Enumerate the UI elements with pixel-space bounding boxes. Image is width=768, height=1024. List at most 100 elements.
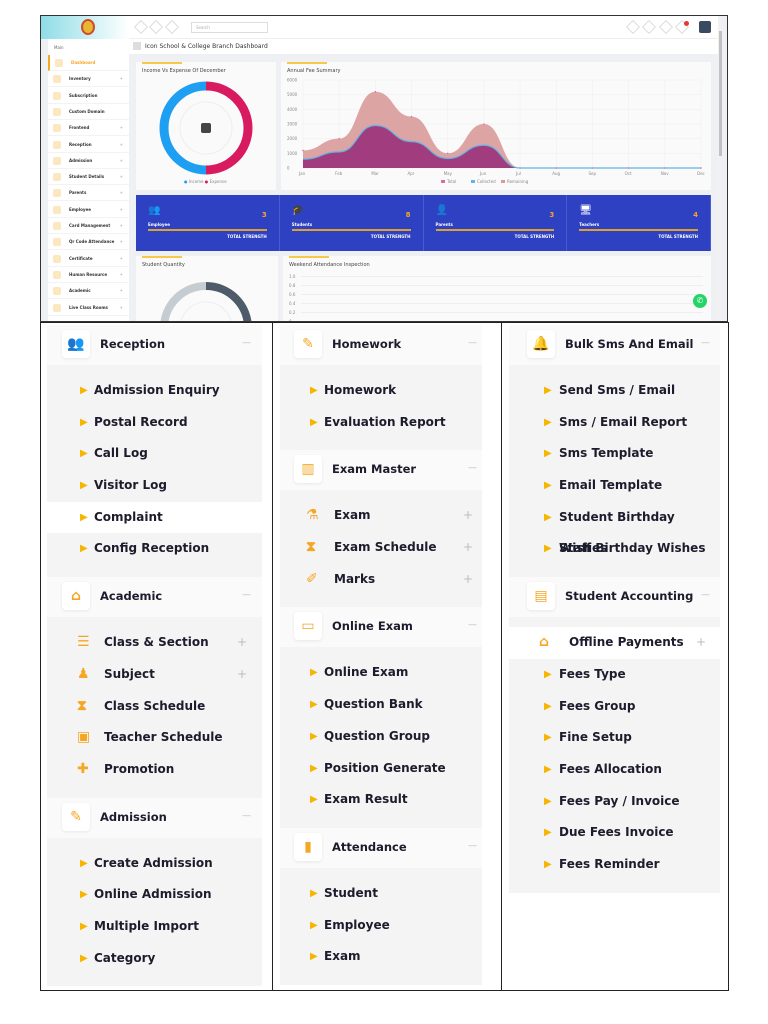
menu-item-question-group[interactable]: ▶ Question Group <box>280 721 482 753</box>
stat-card-students[interactable]: 🎓 Students 8 TOTAL STRENGTH <box>280 195 424 251</box>
expand-icon[interactable]: + <box>463 500 473 532</box>
calendar-icon[interactable] <box>641 19 657 35</box>
gridline <box>301 294 703 295</box>
sidebar-item-card-management[interactable]: Card Management + <box>48 218 129 234</box>
menu-item-homework[interactable]: ▶ Homework <box>280 375 482 407</box>
menu-section-reception[interactable]: 👥 Reception — <box>47 325 262 365</box>
menu-item-student[interactable]: ▶ Student <box>280 878 482 910</box>
stat-card-employee[interactable]: 👥 Employee 3 TOTAL STRENGTH <box>136 195 280 251</box>
menu-section-admission[interactable]: ✎ Admission — <box>47 797 262 838</box>
sidebar-item-frontend[interactable]: Frontend + <box>48 120 129 137</box>
expand-icon[interactable]: + <box>463 564 473 596</box>
stat-card-parents[interactable]: 👤 Parents 3 TOTAL STRENGTH <box>424 195 568 251</box>
scrollbar[interactable] <box>718 16 723 321</box>
menu-item-postal-record[interactable]: ▶ Postal Record <box>47 407 262 439</box>
menu-item-complaint[interactable]: ▶ Complaint <box>47 501 262 534</box>
sidebar-item-qr-code-attendance[interactable]: Qr Code Attendance + <box>48 234 129 251</box>
menu-item-multiple-import[interactable]: ▶ Multiple Import <box>47 911 262 943</box>
menu-section-online-exam[interactable]: ▭ Online Exam — <box>280 607 482 648</box>
menu-toggle-icon[interactable] <box>133 19 149 35</box>
sidebar-item-human-resource[interactable]: Human Resource + <box>48 267 129 283</box>
menu-section-attendance[interactable]: ▮ Attendance — <box>280 827 482 868</box>
sidebar-item-dashboard[interactable]: Dashboard <box>48 55 129 71</box>
menu-item-admission-enquiry[interactable]: ▶ Admission Enquiry <box>47 375 262 407</box>
menu-section-exam-master[interactable]: ▥ Exam Master — <box>280 450 482 491</box>
menu-item-create-admission[interactable]: ▶ Create Admission <box>47 848 262 880</box>
menu-item-exam[interactable]: ▶ Exam <box>280 941 482 973</box>
menu-item-promotion[interactable]: ✚ Promotion <box>47 754 262 786</box>
collapse-icon[interactable]: — <box>242 338 251 348</box>
collapse-icon[interactable]: — <box>242 590 251 600</box>
home-icon[interactable] <box>133 42 141 50</box>
menu-item-question-bank[interactable]: ▶ Question Bank <box>280 689 482 721</box>
menu-item-fees-group[interactable]: ▶ Fees Group <box>509 691 720 723</box>
sidebar-item-inventory[interactable]: Inventory + <box>48 71 129 88</box>
menu-section-homework[interactable]: ✎ Homework — <box>280 325 482 365</box>
menu-item-visitor-log[interactable]: ▶ Visitor Log <box>47 470 262 502</box>
expand-icon[interactable]: + <box>696 627 706 659</box>
menu-item-due-fees-invoice[interactable]: ▶ Due Fees Invoice <box>509 817 720 849</box>
message-icon[interactable] <box>164 19 180 35</box>
sidebar-item-certificate[interactable]: Certificate + <box>48 251 129 267</box>
menu-item-exam-result[interactable]: ▶ Exam Result <box>280 784 482 816</box>
sidebar-item-parents[interactable]: Parents + <box>48 185 129 202</box>
sidebar-item-custom-domain[interactable]: Custom Domain <box>48 104 129 120</box>
menu-item-class-schedule[interactable]: ⧗ Class Schedule <box>47 691 262 723</box>
expand-icon[interactable]: + <box>237 659 247 691</box>
menu-item-category[interactable]: ▶ Category <box>47 943 262 975</box>
expand-icon[interactable]: + <box>237 627 247 659</box>
menu-item-subject[interactable]: ♟ Subject + <box>47 659 262 691</box>
globe-icon[interactable] <box>625 19 641 35</box>
sidebar-item-admission[interactable]: Admission + <box>48 153 129 169</box>
collapse-icon[interactable]: — <box>701 590 710 600</box>
menu-section-academic[interactable]: ⌂ Academic — <box>47 577 262 618</box>
whatsapp-icon[interactable]: ✆ <box>693 294 707 308</box>
menu-item-offline-payments[interactable]: ⌂ Offline Payments + <box>509 627 720 659</box>
menu-item-online-admission[interactable]: ▶ Online Admission <box>47 879 262 911</box>
menu-item-exam-schedule[interactable]: ⧗ Exam Schedule + <box>280 532 482 564</box>
menu-item-class-section[interactable]: ☰ Class & Section + <box>47 627 262 659</box>
menu-item-exam[interactable]: ⚗ Exam + <box>280 500 482 532</box>
menu-item-online-exam[interactable]: ▶ Online Exam <box>280 657 482 689</box>
menu-item-config-reception[interactable]: ▶ Config Reception <box>47 533 262 565</box>
search-input[interactable]: Search <box>191 22 268 33</box>
menu-section-student-accounting[interactable]: ▤ Student Accounting — <box>509 577 720 618</box>
menu-item-staff-birthday-wishes[interactable]: ▶ Staff Birthday Wishes <box>509 533 720 565</box>
menu-item-marks[interactable]: ✐ Marks + <box>280 564 482 596</box>
stat-card-teachers[interactable]: 🖥 Teachers 4 TOTAL STRENGTH <box>567 195 711 251</box>
menu-item-sms-email-report[interactable]: ▶ Sms / Email Report <box>509 407 720 439</box>
menu-item-position-generate[interactable]: ▶ Position Generate <box>280 753 482 785</box>
expand-icon: + <box>119 125 123 131</box>
collapse-icon[interactable]: — <box>468 338 477 348</box>
sidebar-item-academic[interactable]: Academic + <box>48 283 129 300</box>
menu-item-fees-allocation[interactable]: ▶ Fees Allocation <box>509 754 720 786</box>
sidebar-item-reception[interactable]: Reception + <box>48 137 129 153</box>
fullscreen-icon[interactable] <box>148 19 164 35</box>
menu-item-teacher-schedule[interactable]: ▣ Teacher Schedule <box>47 722 262 754</box>
sidebar-item-student-details[interactable]: Student Details + <box>48 169 129 186</box>
sidebar-item-subscription[interactable]: Subscription <box>48 88 129 104</box>
menu-item-send-sms-email[interactable]: ▶ Send Sms / Email <box>509 375 720 407</box>
menu-item-fees-pay-invoice[interactable]: ▶ Fees Pay / Invoice <box>509 786 720 818</box>
collapse-icon[interactable]: — <box>468 463 477 473</box>
menu-item-call-log[interactable]: ▶ Call Log <box>47 438 262 470</box>
flag-icon[interactable] <box>658 19 674 35</box>
menu-item-email-template[interactable]: ▶ Email Template <box>509 470 720 502</box>
collapse-icon[interactable]: — <box>701 338 710 348</box>
sidebar-item-live-class-rooms[interactable]: Live Class Rooms + <box>48 300 129 316</box>
menu-section-bulk-sms-and-email[interactable]: 🔔 Bulk Sms And Email — <box>509 325 720 365</box>
menu-item-fees-type[interactable]: ▶ Fees Type <box>509 659 720 691</box>
menu-item-evaluation-report[interactable]: ▶ Evaluation Report <box>280 407 482 439</box>
sidebar-item-employee[interactable]: Employee + <box>48 202 129 218</box>
sidebar-item-label: Card Management <box>69 223 111 228</box>
collapse-icon[interactable]: — <box>468 620 477 630</box>
menu-item-student-birthday-wishes[interactable]: ▶ Student Birthday Wishes <box>509 502 720 556</box>
collapse-icon[interactable]: — <box>468 841 477 851</box>
menu-item-fees-reminder[interactable]: ▶ Fees Reminder <box>509 849 720 881</box>
menu-item-sms-template[interactable]: ▶ Sms Template <box>509 438 720 470</box>
collapse-icon[interactable]: — <box>242 811 251 821</box>
expand-icon[interactable]: + <box>463 532 473 564</box>
menu-item-employee[interactable]: ▶ Employee <box>280 910 482 942</box>
avatar[interactable] <box>699 21 711 33</box>
menu-item-fine-setup[interactable]: ▶ Fine Setup <box>509 722 720 754</box>
